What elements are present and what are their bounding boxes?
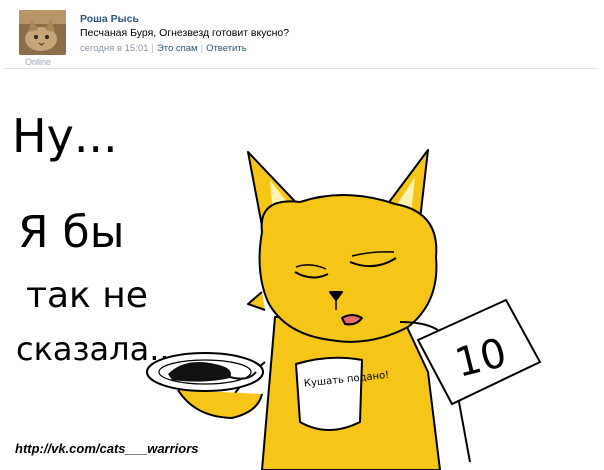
meme-illustration: Ну... Я бы так не сказала... Кушать пода… <box>12 109 542 470</box>
separator: | <box>151 43 154 54</box>
watermark-caption: http://vk.com/cats___warriors <box>15 441 199 456</box>
comment-meta: сегодня в 15:01 | Это спам | Ответить <box>80 43 247 54</box>
plate-with-mouse <box>146 352 264 392</box>
timestamp[interactable]: сегодня в 15:01 <box>80 43 148 54</box>
comment-text: Песчаная Буря, Огнезвезд готовит вкусно? <box>80 27 290 39</box>
comment-card: Online Роша Рысь Песчаная Буря, Огнезвез… <box>4 4 598 69</box>
online-status: Online <box>25 57 52 67</box>
cat-figure: Кушать подано! <box>177 149 449 470</box>
separator: | <box>200 43 204 54</box>
avatar[interactable] <box>19 10 66 55</box>
cat-avatar-image <box>19 10 66 55</box>
meme-line-3: так не <box>26 275 148 316</box>
meme-line-1: Ну... <box>12 109 118 163</box>
meme-line-2: Я бы <box>18 207 124 258</box>
author-name[interactable]: Роша Рысь <box>80 13 139 25</box>
reply-link[interactable]: Ответить <box>206 43 247 54</box>
spam-link[interactable]: Это спам <box>157 43 198 54</box>
